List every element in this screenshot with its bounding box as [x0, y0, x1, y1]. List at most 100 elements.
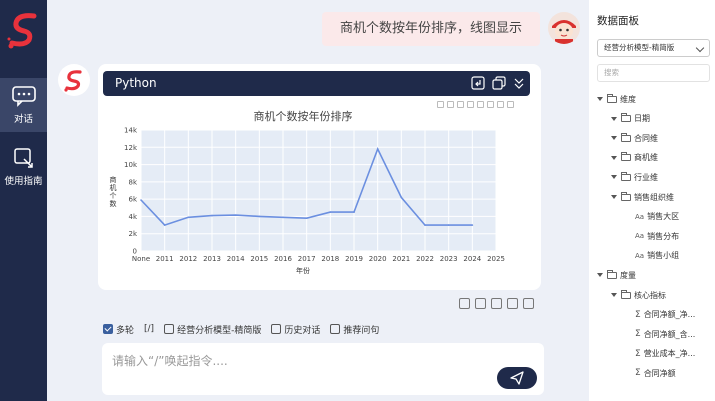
- data-point: [258, 215, 261, 218]
- input-placeholder: 请输入“/”唤起指令....: [112, 354, 228, 368]
- tree-item[interactable]: Σ 合同净额_净...: [635, 308, 695, 322]
- nav-label-chat: 对话: [13, 114, 33, 125]
- multi-round-checkbox[interactable]: [103, 324, 113, 334]
- text-field-icon: Aa: [635, 212, 645, 221]
- caret-down-icon[interactable]: [611, 175, 617, 180]
- tree-item[interactable]: 核心指标: [611, 288, 666, 302]
- caret-down-icon[interactable]: [611, 293, 617, 297]
- export-icon[interactable]: [523, 298, 534, 309]
- share-icon[interactable]: [459, 298, 470, 309]
- y-tick-label: 8k: [128, 178, 137, 186]
- nav-item-guide[interactable]: 使用指南: [0, 140, 47, 194]
- copy-answer-icon[interactable]: [475, 298, 486, 309]
- caret-down-icon[interactable]: [597, 97, 603, 101]
- code-header: Python: [103, 71, 530, 96]
- tree-item[interactable]: Aa 销售大区: [635, 210, 679, 224]
- y-tick-label: 2k: [128, 230, 137, 238]
- tree-item-label: 营业成本_净...: [643, 349, 696, 359]
- nav-label-guide: 使用指南: [4, 176, 43, 187]
- x-tick-label: 2011: [156, 255, 174, 263]
- tree-item[interactable]: Σ 合同净额_含...: [635, 327, 695, 341]
- tree-item[interactable]: Aa 销售小组: [635, 249, 679, 263]
- recommend-button[interactable]: 推荐问句: [330, 323, 379, 336]
- history-button[interactable]: 历史对话: [271, 323, 320, 336]
- x-tick-label: 2016: [274, 255, 292, 263]
- data-point: [400, 196, 403, 199]
- tree-item[interactable]: 维度: [597, 92, 636, 106]
- data-point: [353, 211, 355, 213]
- send-button[interactable]: [497, 367, 537, 389]
- x-tick-label: 2014: [227, 255, 245, 263]
- panel-search-input[interactable]: 搜索: [597, 64, 710, 82]
- tree-item[interactable]: 销售组织维: [611, 190, 674, 204]
- tree-item[interactable]: 行业维: [611, 170, 658, 184]
- tree-item[interactable]: Σ 合同净额: [635, 366, 676, 380]
- x-tick-label: 2017: [298, 255, 316, 263]
- bot-avatar: [58, 64, 90, 96]
- caret-down-icon[interactable]: [611, 195, 617, 199]
- data-point: [376, 148, 379, 150]
- tree-item-label: 销售大区: [647, 212, 680, 222]
- y-tick-label: 4k: [128, 213, 137, 221]
- multi-round-toggle[interactable]: 多轮: [103, 323, 134, 336]
- data-point: [163, 224, 166, 226]
- tree-item-label: 合同净额: [643, 368, 676, 378]
- tree-item[interactable]: 日期: [611, 112, 650, 126]
- tree-item-label: 合同净额_含...: [643, 329, 696, 339]
- model-button[interactable]: 经营分析模型-精简版: [164, 323, 261, 336]
- collapse-icon[interactable]: [512, 76, 526, 90]
- thumbs-up-icon[interactable]: [491, 298, 502, 309]
- tree-item[interactable]: 合同维: [611, 131, 658, 145]
- tree-item[interactable]: 度量: [597, 268, 636, 282]
- text-field-icon: Aa: [635, 232, 645, 241]
- tree-item[interactable]: 商机维: [611, 151, 658, 165]
- chat-input[interactable]: 请输入“/”唤起指令....: [102, 343, 544, 395]
- caret-down-icon[interactable]: [611, 155, 617, 160]
- y-tick-label: 14k: [124, 127, 138, 135]
- folder-icon: [621, 171, 631, 181]
- thumbs-down-icon[interactable]: [507, 298, 518, 309]
- text-field-icon: Aa: [635, 251, 645, 260]
- x-tick-label: 2021: [392, 255, 410, 263]
- data-point: [471, 224, 474, 226]
- user-message: 商机个数按年份排序，线图显示: [322, 12, 540, 46]
- caret-down-icon[interactable]: [597, 273, 603, 278]
- measure-icon: Σ: [635, 309, 641, 320]
- tree-item-label: 商机维: [634, 153, 658, 163]
- panel-title: 数据面板: [597, 15, 639, 27]
- reset-icon[interactable]: [507, 101, 514, 108]
- model-select-value: 经营分析模型-精简版: [604, 43, 675, 52]
- folder-icon: [621, 152, 631, 162]
- history-label: 历史对话: [284, 325, 321, 336]
- left-nav: 对话 使用指南: [0, 0, 47, 401]
- data-point: [329, 211, 332, 213]
- tree-item-label: 销售分布: [647, 231, 680, 241]
- x-tick-label: 2024: [463, 255, 481, 263]
- tree-item[interactable]: Σ 营业成本_净...: [635, 347, 695, 361]
- copy-icon[interactable]: [492, 76, 506, 90]
- model-icon: [164, 324, 175, 334]
- user-avatar: [548, 12, 580, 44]
- tree-item[interactable]: Aa 销售分布: [635, 229, 679, 243]
- y-axis-label: 商机个数: [110, 175, 117, 208]
- plot-area: [141, 130, 496, 251]
- chart-title: 商机个数按年份排序: [254, 109, 353, 123]
- feedback-actions: [459, 298, 534, 309]
- caret-down-icon[interactable]: [611, 136, 617, 141]
- app-logo: [7, 13, 37, 49]
- measure-icon: Σ: [635, 329, 641, 340]
- y-tick-label: 6k: [128, 196, 137, 204]
- data-point: [282, 216, 284, 219]
- guide-icon: [13, 148, 33, 168]
- data-point: [305, 217, 308, 219]
- data-point: [211, 214, 213, 217]
- insert-icon[interactable]: [471, 76, 485, 90]
- caret-down-icon[interactable]: [611, 116, 617, 121]
- model-label: 经营分析模型-精简版: [177, 325, 262, 336]
- x-tick-label: None: [132, 255, 150, 263]
- data-point: [234, 214, 237, 216]
- model-select[interactable]: 经营分析模型-精简版: [597, 39, 710, 57]
- data-point: [140, 199, 142, 201]
- tree-item-label: 核心指标: [634, 290, 666, 300]
- nav-item-chat[interactable]: 对话: [0, 78, 47, 132]
